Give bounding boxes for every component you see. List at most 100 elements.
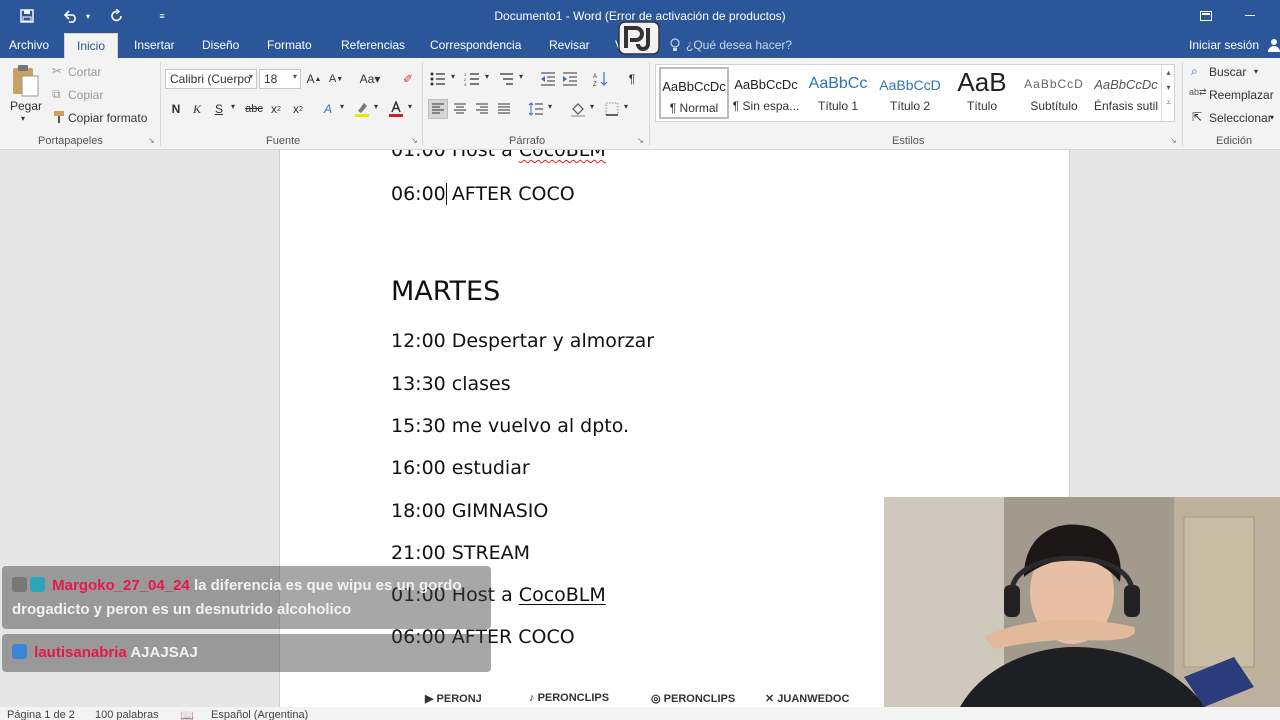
- font-launcher-icon[interactable]: ↘: [411, 136, 418, 145]
- ribbon: Pegar ▾ ✂ Cortar ⧉ Copiar Copiar formato…: [0, 58, 1280, 150]
- show-marks-icon[interactable]: ¶: [622, 69, 642, 89]
- clear-formatting-icon[interactable]: ✐: [398, 69, 418, 89]
- font-color-icon[interactable]: [386, 99, 406, 119]
- tab-archivo[interactable]: Archivo: [9, 38, 49, 52]
- styles-more-icon[interactable]: ⩡: [1162, 98, 1175, 108]
- user-icon[interactable]: [1268, 38, 1280, 55]
- find-button[interactable]: Buscar: [1209, 65, 1246, 79]
- font-color-dropdown-icon[interactable]: ▾: [408, 102, 412, 111]
- numbering-icon[interactable]: 123: [462, 69, 482, 89]
- borders-dropdown-icon[interactable]: ▾: [624, 102, 628, 111]
- sign-in-link[interactable]: Iniciar sesión: [1189, 38, 1259, 52]
- doc-line: 18:00 GIMNASIO: [391, 500, 549, 522]
- tab-formato[interactable]: Formato: [267, 38, 312, 52]
- italic-button[interactable]: K: [187, 99, 207, 119]
- bold-button[interactable]: N: [166, 99, 186, 119]
- chat-message: Margoko_27_04_24 la diferencia es que wi…: [2, 566, 491, 629]
- cut-button[interactable]: Cortar: [68, 65, 101, 79]
- status-page[interactable]: Página 1 de 2: [7, 709, 75, 720]
- style-heading-2-label: Título 2: [889, 99, 931, 113]
- style-no-spacing-preview: AaBbCcDc: [734, 77, 798, 92]
- style-heading-1-label: Título 1: [817, 99, 859, 113]
- format-painter-button[interactable]: Copiar formato: [68, 111, 147, 125]
- select-button[interactable]: Seleccionar: [1209, 111, 1272, 125]
- doc-time: 01:00: [391, 150, 446, 161]
- social-instagram: ◎ PERONCLIPS: [651, 692, 735, 705]
- status-words[interactable]: 100 palabras: [95, 709, 159, 720]
- style-title[interactable]: AaB Título: [947, 67, 1017, 119]
- highlight-icon[interactable]: [352, 99, 372, 119]
- minimize-icon[interactable]: [1240, 6, 1260, 26]
- align-left-icon[interactable]: [428, 99, 448, 119]
- justify-icon[interactable]: [494, 99, 514, 119]
- social-youtube: ▶ PERONJ: [425, 692, 482, 705]
- styles-up-icon[interactable]: ▴: [1162, 68, 1175, 77]
- superscript-icon[interactable]: x2: [288, 99, 308, 119]
- tab-revisar[interactable]: Revisar: [549, 38, 590, 52]
- style-heading-2[interactable]: AaBbCcD Título 2: [875, 67, 945, 119]
- increase-indent-icon[interactable]: [560, 69, 580, 89]
- align-right-icon[interactable]: [472, 99, 492, 119]
- paste-icon[interactable]: [10, 64, 40, 98]
- style-no-spacing[interactable]: AaBbCcDc ¶ Sin espa...: [731, 67, 801, 119]
- replace-button[interactable]: Reemplazar: [1209, 88, 1274, 102]
- styles-down-icon[interactable]: ▾: [1162, 83, 1175, 92]
- style-subtitle[interactable]: AaBbCcD Subtítulo: [1019, 67, 1089, 119]
- bullets-dropdown-icon[interactable]: ▾: [451, 72, 455, 81]
- doc-line-prev-host: 01:00 Host a CocoBLM: [391, 150, 606, 161]
- underline-dropdown-icon[interactable]: ▾: [231, 102, 235, 111]
- tab-insertar[interactable]: Insertar: [134, 38, 175, 52]
- style-normal[interactable]: AaBbCcDc ¶ Normal: [659, 67, 729, 119]
- tab-inicio[interactable]: Inicio: [64, 33, 119, 59]
- borders-icon[interactable]: [602, 99, 622, 119]
- align-center-icon[interactable]: [450, 99, 470, 119]
- clipboard-launcher-icon[interactable]: ↘: [148, 136, 155, 145]
- shading-icon[interactable]: [568, 99, 588, 119]
- status-language[interactable]: Español (Argentina): [211, 709, 308, 720]
- grow-font-icon[interactable]: A ▲: [304, 69, 324, 89]
- subscript-icon[interactable]: x2: [266, 99, 286, 119]
- style-subtitle-preview: AaBbCcD: [1024, 77, 1084, 91]
- scissors-icon: ✂: [52, 64, 63, 78]
- select-dropdown-icon[interactable]: ▾: [1270, 113, 1274, 122]
- styles-scroll[interactable]: ▴ ▾ ⩡: [1161, 65, 1175, 121]
- font-size-select[interactable]: 18 ▾: [259, 69, 301, 89]
- paste-button[interactable]: Pegar: [10, 99, 42, 113]
- numbering-dropdown-icon[interactable]: ▾: [485, 72, 489, 81]
- bullets-icon[interactable]: [428, 69, 448, 89]
- change-case-icon[interactable]: Aa▾: [356, 69, 384, 89]
- shrink-font-icon[interactable]: A ▼: [326, 69, 346, 89]
- tab-referencias[interactable]: Referencias: [341, 38, 405, 52]
- decrease-indent-icon[interactable]: [538, 69, 558, 89]
- text-effects-dropdown-icon[interactable]: ▾: [340, 102, 344, 111]
- doc-line: 16:00 estudiar: [391, 457, 530, 479]
- tab-correspondencia[interactable]: Correspondencia: [430, 38, 521, 52]
- style-heading-2-preview: AaBbCcD: [879, 77, 941, 93]
- underline-button[interactable]: S: [209, 99, 229, 119]
- ribbon-display-icon[interactable]: [1196, 6, 1216, 26]
- font-family-select[interactable]: Calibri (Cuerpo ▾: [165, 69, 257, 89]
- line-spacing-dropdown-icon[interactable]: ▾: [548, 102, 552, 111]
- doc-underlined-name: CocoBLM: [518, 584, 606, 606]
- style-subtle-emphasis[interactable]: AaBbCcDc Énfasis sutil: [1091, 67, 1161, 119]
- strikethrough-button[interactable]: abc: [243, 99, 265, 119]
- tell-me-search[interactable]: ¿Qué desea hacer?: [686, 38, 792, 52]
- font-group-label: Fuente: [266, 135, 301, 147]
- paste-dropdown-icon[interactable]: ▾: [21, 114, 25, 123]
- copy-button[interactable]: Copiar: [68, 88, 103, 102]
- find-dropdown-icon[interactable]: ▾: [1254, 67, 1258, 76]
- style-heading-1[interactable]: AaBbCc Título 1: [803, 67, 873, 119]
- text-effects-icon[interactable]: A: [318, 99, 338, 119]
- proofing-icon[interactable]: 📖: [180, 709, 194, 720]
- style-subtle-emphasis-preview: AaBbCcDc: [1094, 77, 1158, 92]
- shading-dropdown-icon[interactable]: ▾: [590, 102, 594, 111]
- paragraph-launcher-icon[interactable]: ↘: [637, 136, 644, 145]
- highlight-dropdown-icon[interactable]: ▾: [374, 102, 378, 111]
- styles-launcher-icon[interactable]: ↘: [1170, 136, 1177, 145]
- tab-diseno[interactable]: Diseño: [202, 38, 239, 52]
- line-spacing-icon[interactable]: [526, 99, 546, 119]
- multilevel-dropdown-icon[interactable]: ▾: [519, 72, 523, 81]
- sort-icon[interactable]: AZ: [591, 69, 611, 89]
- multilevel-list-icon[interactable]: [496, 69, 516, 89]
- text-cursor: [446, 183, 447, 205]
